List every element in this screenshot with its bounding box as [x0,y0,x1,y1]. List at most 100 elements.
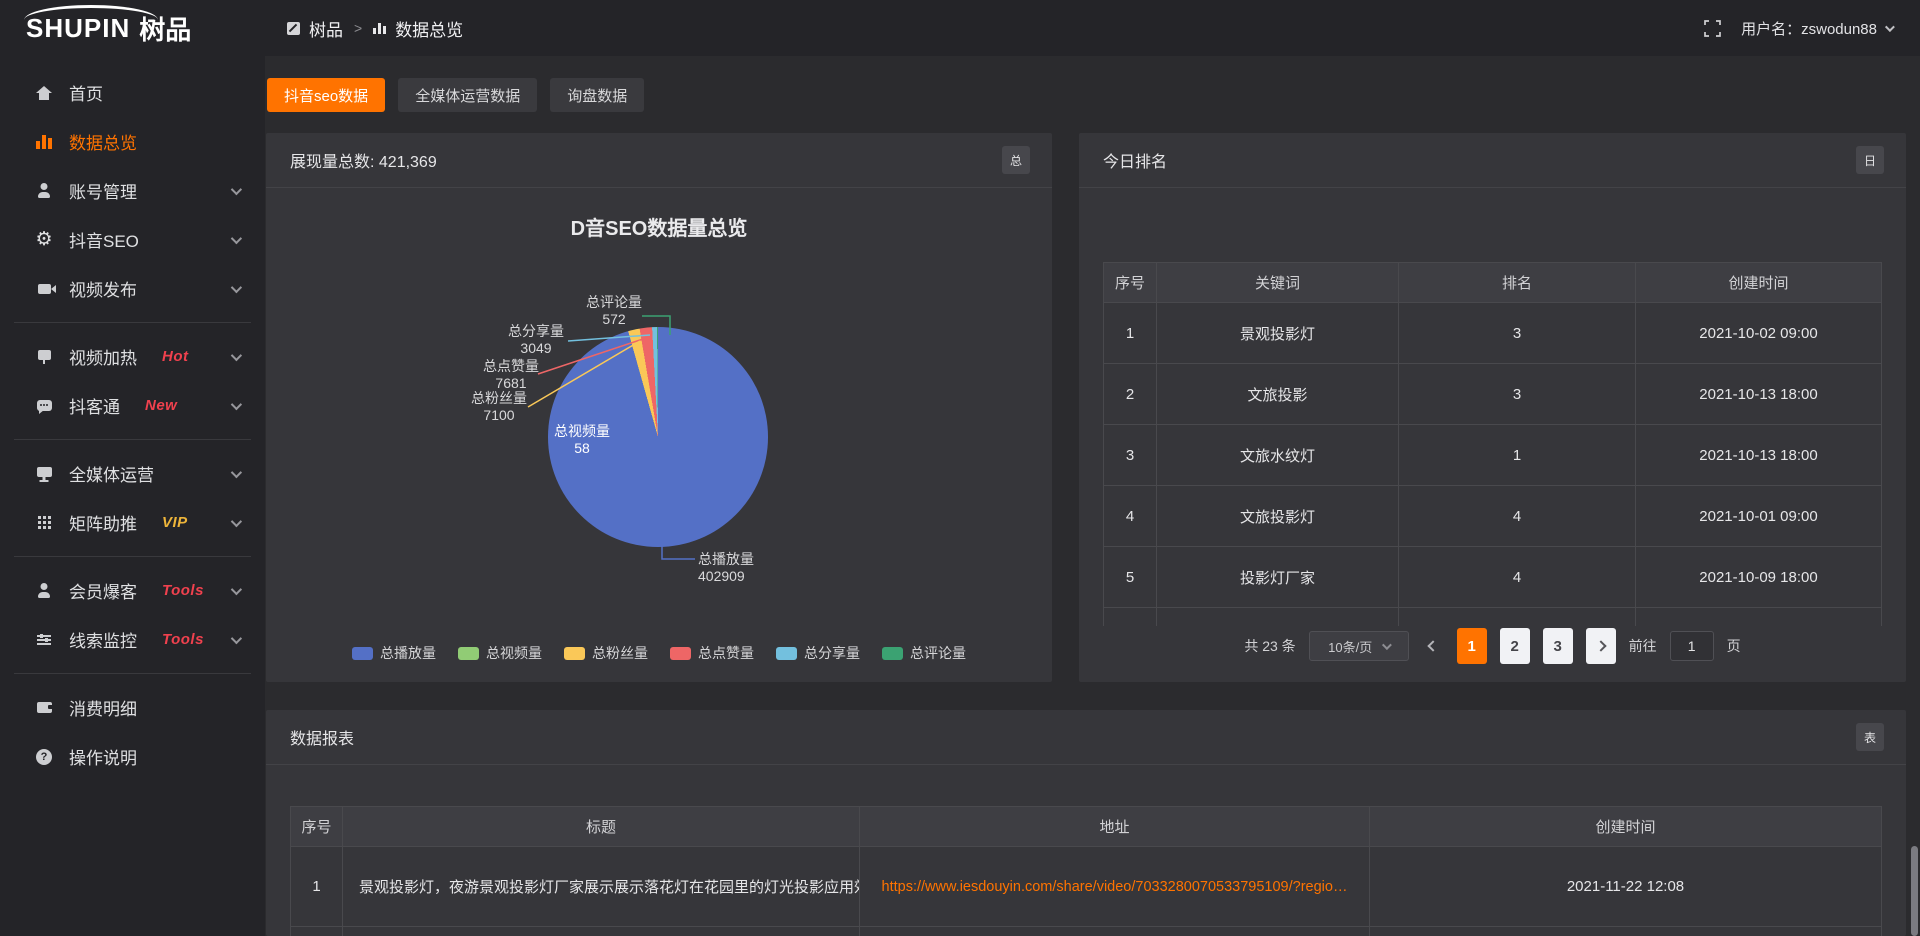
total-count: 共 23 条 [1244,636,1295,656]
chevron-down-icon [231,349,242,360]
chevron-down-icon [231,583,242,594]
fullscreen-icon[interactable] [1704,20,1721,37]
sidebar-item-video-heat[interactable]: 视频加热 Hot [0,332,265,381]
sidebar-item-douketong[interactable]: 抖客通 New [0,381,265,430]
next-page-button[interactable] [1586,628,1616,664]
video-link[interactable]: https://www.iesdouyin.com/share/video/70… [882,879,1348,895]
column-header: 序号 [1104,263,1156,302]
page-button-3[interactable]: 3 [1543,628,1573,664]
panel-header: 数据报表 表 [266,710,1906,765]
sidebar-item-home[interactable]: 首页 [0,68,265,117]
page-button-1[interactable]: 1 [1457,628,1487,664]
user-icon [34,583,54,598]
legend-item-comments[interactable]: 总评论量 [882,643,966,663]
panel-header: 今日排名 日 [1079,133,1906,188]
cell: 2021-10-02 09:00 [1635,303,1881,363]
report-table: 序号 标题 地址 创建时间 1 景观投影灯，夜游景观投影灯厂家展示展示落花灯在花… [290,806,1882,936]
prev-page-button[interactable] [1422,628,1444,664]
table-row: 5 投影灯厂家 4 2021-10-09 18:00 [1104,547,1881,608]
wallet-icon [34,702,54,713]
sidebar-item-label: 会员爆客 [69,578,137,603]
column-header: 创建时间 [1369,807,1881,846]
table-row: 1 景观投影灯 3 2021-10-02 09:00 [1104,303,1881,364]
page-jump-input[interactable] [1670,631,1714,661]
sidebar-item-instructions[interactable]: 操作说明 [0,732,265,781]
tab-douyin-seo-data[interactable]: 抖音seo数据 [267,78,385,112]
sidebar: 首页 数据总览 账号管理 ⚙ 抖音SEO 视频发布 视频加热 Hot 抖客通 N… [0,56,265,936]
breadcrumb-root[interactable]: 树品 [309,16,343,41]
table-row: 4 文旅投影灯 4 2021-10-01 09:00 [1104,486,1881,547]
cell: 3 [1398,364,1635,424]
video-camera-icon [34,284,54,294]
legend-swatch [458,647,479,660]
legend-item-shares[interactable]: 总分享量 [776,643,860,663]
sidebar-item-label: 抖音SEO [69,227,139,252]
sidebar-item-douyin-seo[interactable]: ⚙ 抖音SEO [0,215,265,264]
chevron-down-icon [231,632,242,643]
sidebar-item-media-ops[interactable]: 全媒体运营 [0,449,265,498]
tab-media-ops-data[interactable]: 全媒体运营数据 [398,78,537,112]
sidebar-item-label: 抖客通 [69,393,120,418]
home-icon [34,86,54,100]
cell: 2021-10-13 18:00 [1635,364,1881,424]
data-tabs: 抖音seo数据 全媒体运营数据 询盘数据 [267,78,644,112]
sidebar-item-expense-detail[interactable]: 消费明细 [0,683,265,732]
cell: 2021-10-09 18:00 [1635,547,1881,607]
legend-item-likes[interactable]: 总点赞量 [670,643,754,663]
cell: 投影灯厂家 [1156,547,1398,607]
legend-item-videos[interactable]: 总视频量 [458,643,542,663]
total-toggle-button[interactable]: 总 [1002,146,1030,174]
chevron-down-icon [1885,22,1895,32]
sidebar-item-label: 线索监控 [69,627,137,652]
chevron-down-icon [231,398,242,409]
sidebar-item-member-baoke[interactable]: 会员爆客 Tools [0,566,265,615]
user-menu[interactable]: 用户名：zswodun88 [1741,18,1892,39]
question-icon [34,749,54,765]
sidebar-item-label: 消费明细 [69,695,137,720]
username-label: 用户名：zswodun88 [1741,18,1877,39]
chart-title: D音SEO数据量总览 [266,212,1052,241]
vip-badge: VIP [162,514,188,531]
pie-label-likes: 总点赞量 7681 [451,358,571,392]
page-size-select[interactable]: 10条/页 [1309,631,1409,661]
sidebar-item-clue-monitor[interactable]: 线索监控 Tools [0,615,265,664]
cell: 文旅投影 [1156,364,1398,424]
tools-badge: Tools [162,582,204,599]
sidebar-divider [14,322,251,323]
heat-icon [34,350,54,363]
legend-item-plays[interactable]: 总播放量 [352,643,436,663]
goto-label: 前往 [1629,636,1657,656]
page-button-2[interactable]: 2 [1500,628,1530,664]
panel-title: 数据报表 [290,725,354,749]
cell: 1 [291,847,342,926]
sidebar-divider [14,673,251,674]
scrollbar-thumb[interactable] [1911,846,1918,936]
cell: 1 [1398,425,1635,485]
sidebar-item-data-overview[interactable]: 数据总览 [0,117,265,166]
ranking-table: 序号 关键词 排名 创建时间 1 景观投影灯 3 2021-10-02 09:0… [1103,262,1882,626]
cell: 4 [1398,486,1635,546]
cell: 4 [1104,486,1156,546]
cell: 5 [1104,547,1156,607]
table-header-row: 序号 标题 地址 创建时间 [291,807,1881,847]
app-logo[interactable]: SHUPIN 树品 [0,0,265,56]
pie-label-fans: 总粉丝量 7100 [439,390,559,424]
table-toggle-button[interactable]: 表 [1856,723,1884,751]
sidebar-item-label: 账号管理 [69,178,137,203]
sidebar-item-matrix-boost[interactable]: 矩阵助推 VIP [0,498,265,547]
legend-swatch [882,647,903,660]
grid-icon [34,516,54,529]
chevron-left-icon [1427,640,1438,651]
chat-bubble-icon [34,400,54,411]
cell: 3 [1398,303,1635,363]
tab-inquiry-data[interactable]: 询盘数据 [550,78,644,112]
panel-title: 展现量总数: 421,369 [290,148,437,172]
legend-item-fans[interactable]: 总粉丝量 [564,643,648,663]
sidebar-item-video-publish[interactable]: 视频发布 [0,264,265,313]
pie-chart-area: D音SEO数据量总览 总评论量 572 总分享量 3049 总点赞量 7681 … [266,188,1052,682]
sidebar-item-account[interactable]: 账号管理 [0,166,265,215]
sidebar-item-label: 操作说明 [69,744,137,769]
sidebar-item-label: 数据总览 [69,129,137,154]
day-toggle-button[interactable]: 日 [1856,146,1884,174]
column-header: 序号 [291,807,342,846]
